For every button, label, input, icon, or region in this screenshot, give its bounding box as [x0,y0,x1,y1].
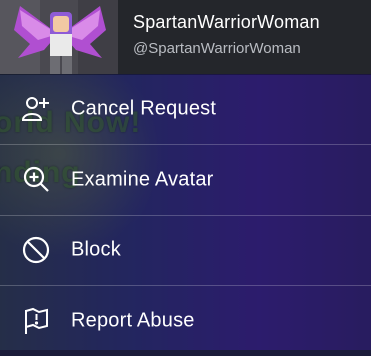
username: @SpartanWarriorWoman [133,40,301,57]
menu-item-label: Report Abuse [71,309,195,332]
player-action-menu: Cancel Request Examine Avatar Block Repo… [0,74,371,350]
menu-item-label: Examine Avatar [71,168,214,191]
menu-item-label: Block [71,238,121,261]
examine-avatar-button[interactable]: Examine Avatar [0,145,371,215]
report-abuse-button[interactable]: Report Abuse [0,286,371,356]
report-flag-icon [20,305,52,337]
block-button[interactable]: Block [0,215,371,285]
zoom-in-icon [20,164,52,196]
display-name: SpartanWarriorWoman [133,12,320,32]
block-icon [20,234,52,266]
menu-item-label: Cancel Request [71,97,217,120]
profile-header: SpartanWarriorWoman @SpartanWarriorWoman [0,0,371,74]
avatar-image [0,0,118,74]
add-friend-icon [20,93,52,125]
avatar[interactable] [0,0,118,74]
cancel-request-button[interactable]: Cancel Request [0,74,371,144]
